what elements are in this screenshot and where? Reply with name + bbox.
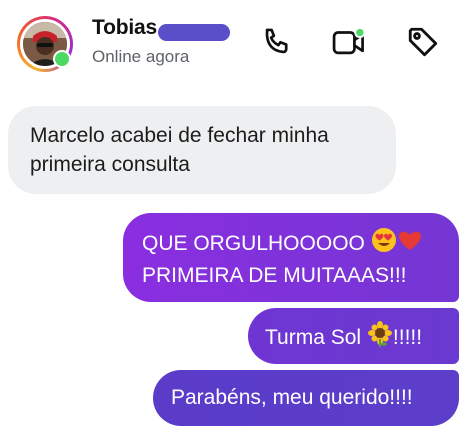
- outgoing-message-bubble[interactable]: Parabéns, meu querido!!!!: [153, 370, 459, 426]
- message-line: primeira consulta: [30, 153, 190, 176]
- message-text: !!!!!: [392, 326, 423, 349]
- phone-icon[interactable]: [257, 22, 297, 62]
- name-redaction: [158, 24, 230, 41]
- outgoing-message-bubble[interactable]: Turma Sol !!!!!: [248, 308, 459, 364]
- message-line: PRIMEIRA DE MUITAAAS!!!: [142, 264, 407, 287]
- incoming-message-bubble[interactable]: Marcelo acabei de fechar minha primeira …: [8, 106, 396, 194]
- chat-screen: Tobias Online agora Marcelo acabei de fe…: [0, 0, 472, 444]
- message-text: Parabéns, meu querido!!!!: [171, 386, 413, 409]
- heart-eyes-emoji-icon: [371, 227, 397, 261]
- outgoing-message-bubble[interactable]: QUE ORGULHOOOOO PRIMEIRA DE MUITAAAS!!!: [123, 213, 459, 302]
- message-line: QUE ORGULHOOOOO: [142, 232, 365, 255]
- chat-header: Tobias Online agora: [0, 0, 472, 88]
- message-line: Marcelo acabei de fechar minha: [30, 124, 329, 147]
- sunflower-emoji-icon: [367, 321, 393, 355]
- presence-status: Online agora: [92, 47, 190, 66]
- online-status-dot: [53, 50, 71, 68]
- red-heart-emoji-icon: [397, 227, 423, 261]
- contact-name[interactable]: Tobias: [92, 16, 157, 40]
- video-camera-icon[interactable]: [329, 22, 369, 62]
- tag-icon[interactable]: [403, 22, 443, 62]
- message-text: Turma Sol: [265, 326, 367, 349]
